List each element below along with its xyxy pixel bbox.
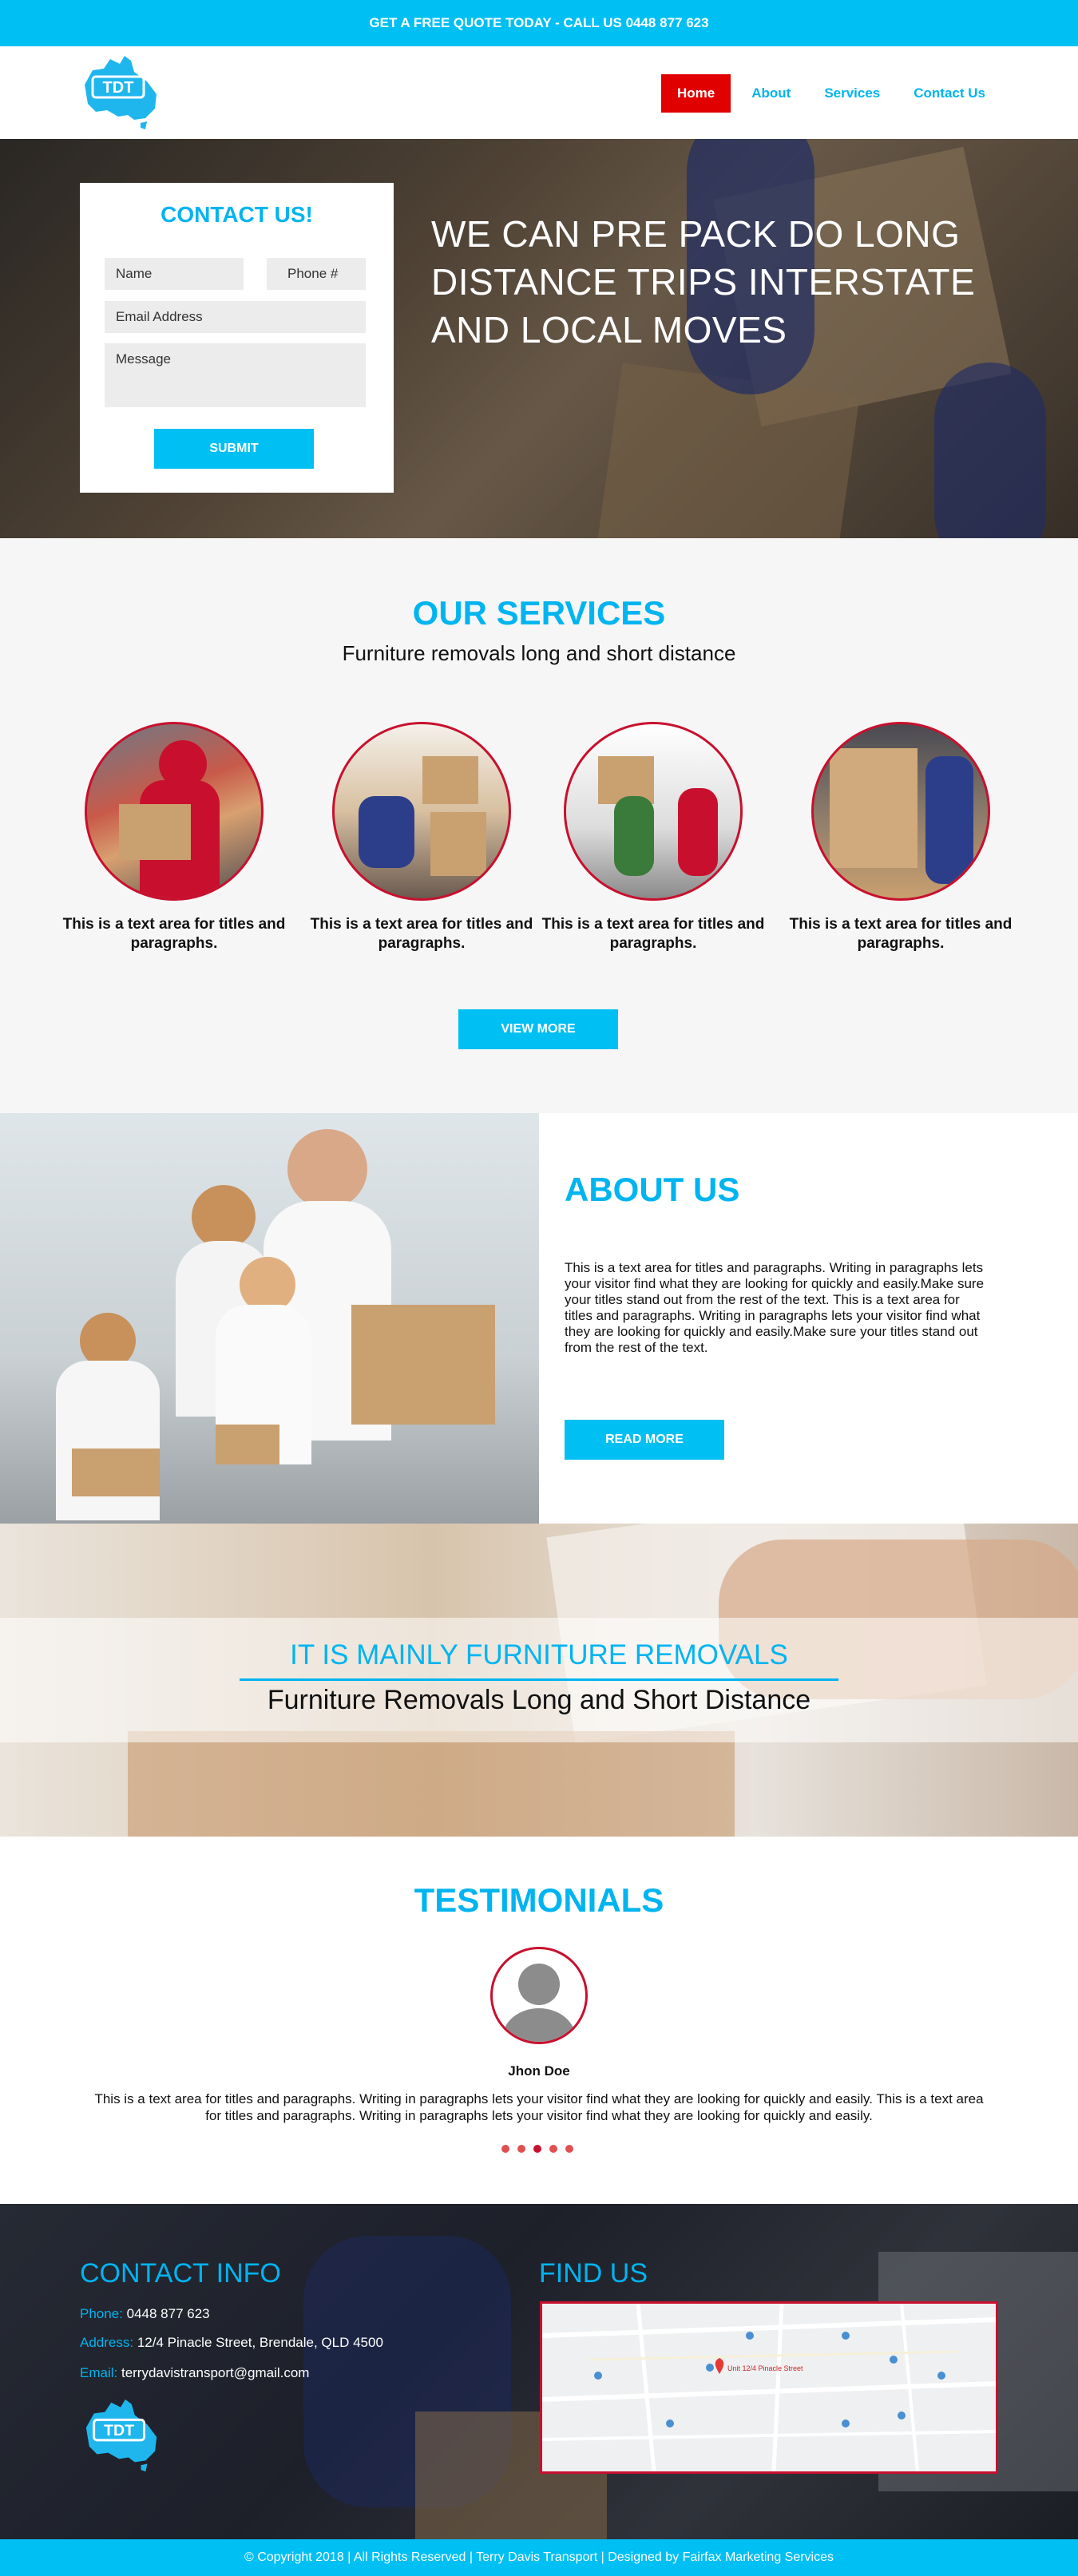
phone-label: Phone: [80, 2306, 123, 2321]
quote-call-text: GET A FREE QUOTE TODAY - CALL US 0448 87… [369, 15, 709, 30]
service-card: This is a text area for titles and parag… [310, 722, 533, 953]
phone-input[interactable]: Phone # [267, 258, 366, 290]
tdt-logo[interactable]: TDT [78, 53, 163, 133]
service-text: This is a text area for titles and parag… [541, 916, 765, 952]
footer-email: Email: terrydavistransport@gmail.com [80, 2365, 309, 2381]
footer-logo-text: TDT [104, 2422, 134, 2439]
service-card: This is a text area for titles and parag… [789, 722, 1013, 953]
service-card: This is a text area for titles and parag… [541, 722, 765, 953]
nav-home[interactable]: Home [660, 74, 731, 113]
service-card: This is a text area for titles and parag… [62, 722, 286, 953]
carousel-dot-active[interactable] [533, 2145, 541, 2153]
testimonial-carousel-dots [501, 2145, 573, 2153]
map-pin-label: Unit 12/4 Pinacle Street [727, 2364, 803, 2372]
carousel-dot[interactable] [517, 2145, 525, 2153]
carousel-dot[interactable] [501, 2145, 509, 2153]
banner-subtitle: Furniture Removals Long and Short Distan… [267, 1685, 811, 1715]
testimonials-title: TESTIMONIALS [414, 1881, 664, 1919]
message-textarea[interactable]: Message [105, 343, 366, 407]
logo-text: TDT [103, 79, 134, 97]
testimonial-author: Jhon Doe [508, 2063, 570, 2079]
service-text: This is a text area for titles and parag… [310, 916, 533, 952]
service-image [332, 722, 511, 901]
furniture-removals-banner: IT IS MAINLY FURNITURE REMOVALS Furnitur… [0, 1524, 1078, 1837]
read-more-button[interactable]: READ MORE [565, 1420, 724, 1460]
contact-form-title: CONTACT US! [161, 202, 313, 227]
services-subtitle: Furniture removals long and short distan… [342, 641, 736, 665]
main-nav: Home About Services Contact Us [660, 74, 998, 113]
nav-about[interactable]: About [739, 74, 803, 113]
copyright-text: © Copyright 2018 | All Rights Reserved |… [244, 2550, 834, 2564]
phone-value[interactable]: 0448 877 623 [127, 2306, 210, 2321]
submit-button[interactable]: SUBMIT [154, 429, 314, 469]
email-input[interactable]: Email Address [105, 301, 366, 333]
top-announcement-bar: GET A FREE QUOTE TODAY - CALL US 0448 87… [0, 0, 1078, 46]
footer-address: Address: 12/4 Pinacle Street, Brendale, … [80, 2335, 383, 2351]
address-value: 12/4 Pinacle Street, Brendale, QLD 4500 [137, 2335, 383, 2350]
address-label: Address: [80, 2335, 134, 2350]
about-body: This is a text area for titles and parag… [565, 1260, 985, 1355]
email-label: Email: [80, 2365, 118, 2380]
footer-phone: Phone: 0448 877 623 [80, 2306, 210, 2322]
about-section: ABOUT US This is a text area for titles … [539, 1113, 1078, 1524]
service-image [564, 722, 743, 901]
testimonial-text: This is a text area for titles and parag… [94, 2091, 984, 2123]
view-more-button[interactable]: VIEW MORE [458, 1009, 618, 1049]
nav-services[interactable]: Services [811, 74, 893, 113]
avatar [490, 1947, 588, 2044]
about-title: ABOUT US [565, 1171, 740, 1208]
service-text: This is a text area for titles and parag… [62, 916, 286, 952]
find-us-title: FIND US [539, 2258, 648, 2289]
name-input[interactable]: Name [105, 258, 244, 290]
banner-title: IT IS MAINLY FURNITURE REMOVALS [290, 1639, 788, 1670]
carousel-dot[interactable] [549, 2145, 557, 2153]
service-image [811, 722, 990, 901]
location-map[interactable]: Unit 12/4 Pinacle Street [540, 2301, 998, 2474]
email-value[interactable]: terrydavistransport@gmail.com [121, 2365, 310, 2380]
person-placeholder-icon [502, 1964, 576, 2042]
hero-headline: WE CAN PRE PACK DO LONG DISTANCE TRIPS I… [431, 213, 976, 351]
contact-info-title: CONTACT INFO [80, 2258, 281, 2289]
service-image [85, 722, 264, 901]
carousel-dot[interactable] [565, 2145, 573, 2153]
service-text: This is a text area for titles and parag… [789, 916, 1013, 952]
services-title: OUR SERVICES [412, 594, 666, 632]
banner-divider [240, 1678, 838, 1681]
copyright-bar: © Copyright 2018 | All Rights Reserved |… [0, 2539, 1078, 2576]
map-graphic: Unit 12/4 Pinacle Street [542, 2304, 996, 2471]
nav-contact-us[interactable]: Contact Us [901, 74, 998, 113]
about-family-image [0, 1113, 539, 1524]
footer-logo[interactable]: TDT [80, 2396, 163, 2475]
